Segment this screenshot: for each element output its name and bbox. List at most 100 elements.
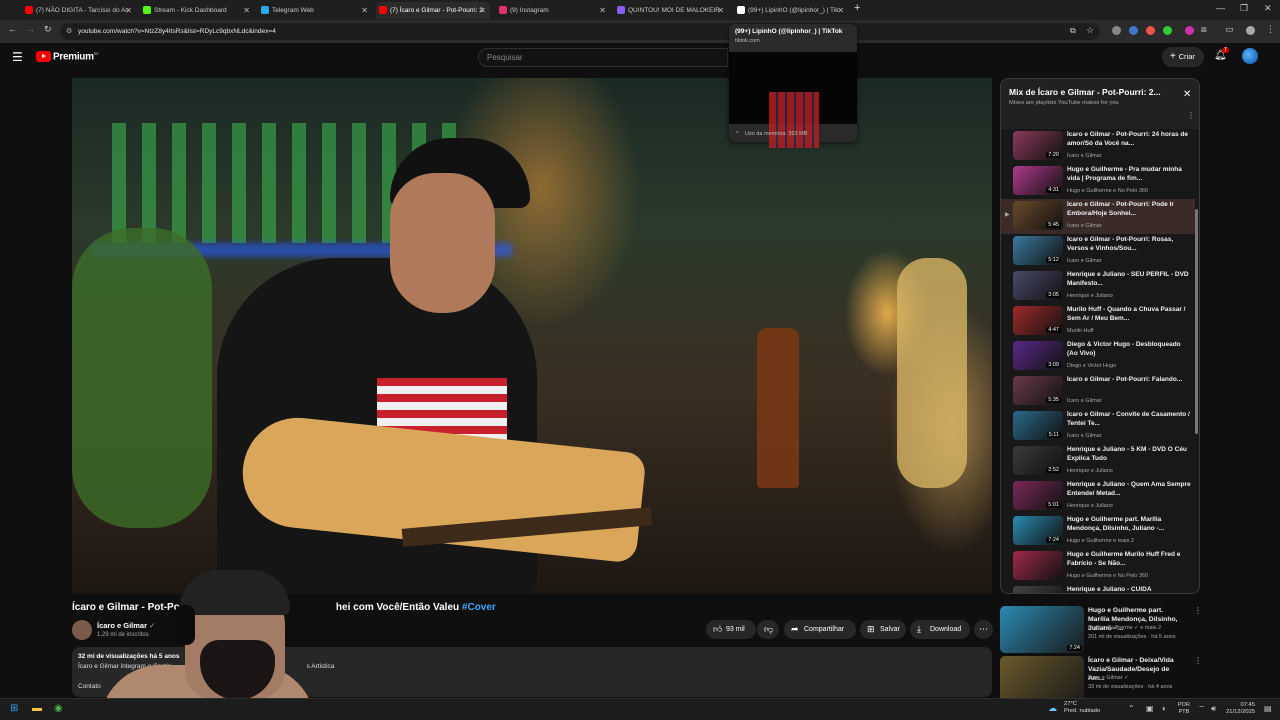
- browser-tab[interactable]: (9) Instagram ✕: [496, 2, 610, 19]
- like-button[interactable]: 👍︎ 93 mil: [706, 620, 756, 639]
- channel-avatar[interactable]: [72, 620, 92, 640]
- extension-icon[interactable]: [1163, 26, 1172, 35]
- playlist-item[interactable]: Henrique e Juliano - CUIDA: [1001, 584, 1195, 593]
- tray-icon[interactable]: ◐: [1162, 704, 1167, 713]
- playlist-item-title[interactable]: Henrique e Juliano - CUIDA: [1067, 586, 1191, 593]
- more-options-icon[interactable]: ⋮: [1194, 606, 1202, 615]
- playlist-item[interactable]: 4:31 Hugo e Guilherme - Pra mudar minha v…: [1001, 164, 1195, 199]
- playlist-item-title[interactable]: Ícaro e Gilmar - Pot-Pourri: Falando...: [1067, 376, 1191, 385]
- sidebar-icon[interactable]: ▭: [1225, 24, 1234, 35]
- playlist-item-title[interactable]: Ícaro e Gilmar - Pot-Pourri: Rosas, Vers…: [1067, 236, 1191, 253]
- playlist-item[interactable]: 5:11 Ícaro e Gilmar - Convite de Casament…: [1001, 409, 1195, 444]
- playlist-item-thumbnail[interactable]: 3:09: [1013, 341, 1063, 370]
- search-input[interactable]: Pesquisar: [478, 48, 728, 67]
- playlist-item-title[interactable]: Henrique e Juliano - 5 KM - DVD O Céu Ex…: [1067, 446, 1191, 463]
- recommended-thumbnail[interactable]: 7:24: [1000, 606, 1084, 653]
- weather-icon[interactable]: ☁: [1048, 703, 1057, 714]
- playlist-item[interactable]: 2:52 Henrique e Juliano - 5 KM - DVD O Cé…: [1001, 444, 1195, 479]
- playlist-item[interactable]: 5:01 Henrique e Juliano - Quem Ama Sempre…: [1001, 479, 1195, 514]
- maximize-button[interactable]: ❐: [1240, 3, 1248, 14]
- extensions-puzzle-icon[interactable]: ⧈: [1201, 24, 1207, 35]
- playlist-item-title[interactable]: Murilo Huff - Quando a Chuva Passar / Se…: [1067, 306, 1191, 323]
- wifi-icon[interactable]: ⌔: [1198, 704, 1206, 714]
- close-tab-icon[interactable]: ✕: [599, 2, 606, 19]
- back-icon[interactable]: ←: [8, 24, 17, 34]
- playlist-item[interactable]: 4:47 Murilo Huff - Quando a Chuva Passar …: [1001, 304, 1195, 339]
- playlist-item-thumbnail[interactable]: 5:12: [1013, 236, 1063, 265]
- playlist-item[interactable]: 7:24 Hugo e Guilherme part. Marília Mendo…: [1001, 514, 1195, 549]
- weather-widget[interactable]: 27°C Pred. nublado: [1064, 701, 1100, 715]
- playlist-item-thumbnail[interactable]: [1013, 586, 1063, 593]
- playlist-item[interactable]: 3:05 Henrique e Juliano - SEU PERFIL - DV…: [1001, 269, 1195, 304]
- playlist-item-thumbnail[interactable]: 5:35: [1013, 376, 1063, 405]
- system-clock[interactable]: 07:45 21/12/2025: [1226, 702, 1255, 716]
- playlist-item-thumbnail[interactable]: 5:45: [1013, 201, 1063, 230]
- playlist-item-thumbnail[interactable]: 4:47: [1013, 306, 1063, 335]
- playlist-menu-icon[interactable]: ⋮: [1187, 111, 1195, 120]
- browser-tab[interactable]: Stream - Kick Dashboard ✕: [140, 2, 254, 19]
- close-tab-icon[interactable]: ✕: [717, 2, 724, 19]
- playlist-item-thumbnail[interactable]: 5:01: [1013, 481, 1063, 510]
- install-icon[interactable]: ⧉: [1070, 26, 1076, 36]
- playlist-item-title[interactable]: Hugo e Guilherme part. Marília Mendonça,…: [1067, 516, 1191, 533]
- playlist-item-title[interactable]: Henrique e Juliano - SEU PERFIL - DVD Ma…: [1067, 271, 1191, 288]
- tray-icon[interactable]: ▣: [1146, 704, 1154, 713]
- playlist-item-thumbnail[interactable]: 5:11: [1013, 411, 1063, 440]
- playlist-item-thumbnail[interactable]: 2:52: [1013, 446, 1063, 475]
- close-tab-icon[interactable]: ✕: [243, 2, 250, 19]
- reload-icon[interactable]: ↻: [44, 24, 52, 35]
- browser-tab[interactable]: (7) Ícaro e Gilmar - Pot-Pourri: 2 ✕: [376, 2, 490, 19]
- playlist-item-thumbnail[interactable]: 3:05: [1013, 271, 1063, 300]
- start-menu-icon[interactable]: ⊞: [10, 703, 18, 714]
- download-button[interactable]: ⤓ Download: [910, 620, 970, 639]
- volume-icon[interactable]: 🔊︎: [1211, 704, 1216, 714]
- recommended-video[interactable]: 7:24 Hugo e Guilherme part. Marília Mendo…: [1000, 606, 1202, 656]
- playlist-scrollbar[interactable]: [1195, 209, 1198, 434]
- url-text[interactable]: youtube.com/watch?v=NtzZ8y4ItsRs&list=RD…: [78, 23, 276, 40]
- playlist-item-title[interactable]: Ícaro e Gilmar - Pot-Pourri: Pode Ir Emb…: [1067, 201, 1191, 218]
- playlist-item-thumbnail[interactable]: 7:24: [1013, 516, 1063, 545]
- more-options-icon[interactable]: ⋮: [1194, 656, 1202, 665]
- bookmark-star-icon[interactable]: ☆: [1086, 25, 1094, 36]
- playlist-item-title[interactable]: Hugo e Guilherme - Pra mudar minha vida …: [1067, 166, 1191, 183]
- language-indicator[interactable]: POR PTB: [1178, 702, 1190, 716]
- hashtag-link[interactable]: #Cover: [462, 602, 496, 613]
- address-bar[interactable]: ⚙ youtube.com/watch?v=NtzZ8y4ItsRs&list=…: [60, 23, 1100, 40]
- recommended-channel[interactable]: Hugo e Guilherme ✓ e mais 2: [1088, 625, 1161, 631]
- new-tab-button[interactable]: +: [854, 2, 860, 14]
- site-info-icon[interactable]: ⚙: [66, 27, 72, 35]
- extension-icon[interactable]: [1185, 26, 1194, 35]
- playlist-item[interactable]: 3:09 Diego & Victor Hugo - Desbloqueado (…: [1001, 339, 1195, 374]
- file-explorer-icon[interactable]: ▬: [32, 703, 42, 714]
- playlist-item[interactable]: 5:12 Ícaro e Gilmar - Pot-Pourri: Rosas, …: [1001, 234, 1195, 269]
- playlist-item-title[interactable]: Ícaro e Gilmar - Convite de Casamento / …: [1067, 411, 1191, 428]
- extension-icon[interactable]: [1146, 26, 1155, 35]
- browser-tab[interactable]: QUINTOU! MOI DE MALOKEIR ✕: [614, 2, 728, 19]
- close-tab-icon[interactable]: ✕: [837, 2, 844, 19]
- save-button[interactable]: ⊞ Salvar: [860, 620, 906, 639]
- profile-avatar-icon[interactable]: [1246, 26, 1255, 35]
- playlist-item[interactable]: 5:35 Ícaro e Gilmar - Pot-Pourri: Falando…: [1001, 374, 1195, 409]
- video-player[interactable]: [72, 78, 992, 594]
- chrome-icon[interactable]: ◉: [54, 703, 63, 714]
- close-window-button[interactable]: ✕: [1264, 3, 1272, 14]
- extension-shield-icon[interactable]: [1112, 26, 1121, 35]
- browser-menu-icon[interactable]: ⋮: [1266, 24, 1275, 35]
- playlist-item-thumbnail[interactable]: 4:31: [1013, 166, 1063, 195]
- playlist-item[interactable]: Hugo e Guilherme Murilo Huff Fred e Fabr…: [1001, 549, 1195, 584]
- youtube-premium-logo[interactable]: PremiumBR: [53, 51, 99, 62]
- forward-icon[interactable]: →: [26, 24, 35, 34]
- hamburger-menu-icon[interactable]: ☰: [12, 50, 23, 64]
- more-actions-button[interactable]: ⋯: [974, 620, 993, 639]
- playlist-item-thumbnail[interactable]: [1013, 551, 1063, 580]
- playlist-item-title[interactable]: Ícaro e Gilmar - Pot-Pourri: 24 horas de…: [1067, 131, 1191, 148]
- playlist-title[interactable]: Mix de Ícaro e Gilmar - Pot-Pourri: 2...: [1009, 87, 1179, 97]
- browser-tab[interactable]: Telegram Web ✕: [258, 2, 372, 19]
- playlist-item-thumbnail[interactable]: 7:20: [1013, 131, 1063, 160]
- playlist-item-title[interactable]: Hugo e Guilherme Murilo Huff Fred e Fabr…: [1067, 551, 1191, 568]
- notification-center-icon[interactable]: ▤: [1264, 704, 1272, 713]
- minimize-button[interactable]: —: [1216, 3, 1225, 13]
- share-button[interactable]: ➦ Compartilhar: [784, 620, 856, 639]
- close-tab-icon[interactable]: ✕: [125, 2, 132, 19]
- playlist-item[interactable]: ▶ 5:45 Ícaro e Gilmar - Pot-Pourri: Pode I…: [1001, 199, 1195, 234]
